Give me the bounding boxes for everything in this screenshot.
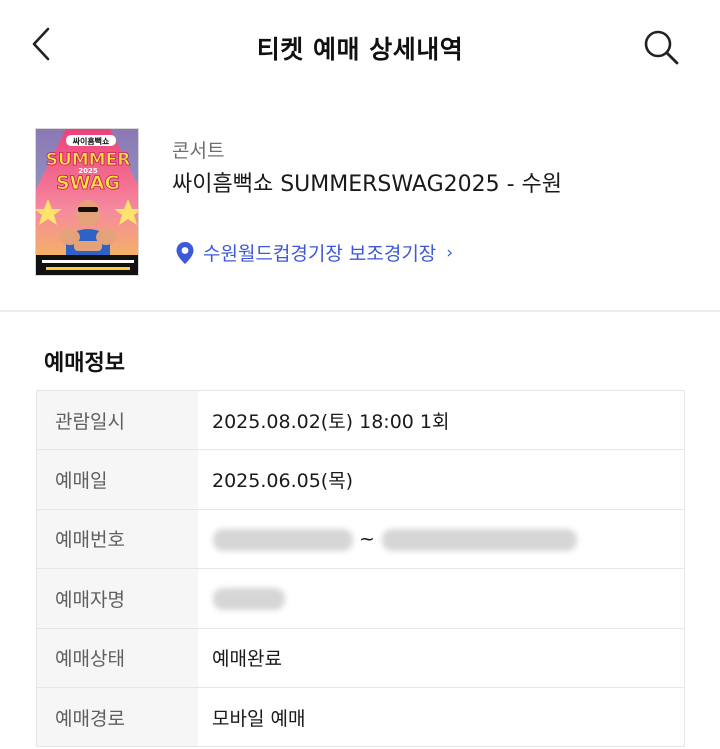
info-value-booking-channel: 모바일 예매 (212, 707, 306, 730)
booking-info-table: 관람일시 2025.08.02(토) 18:00 1회 예매일 2025.06.… (36, 390, 685, 748)
info-row-view-date: 관람일시 2025.08.02(토) 18:00 1회 (37, 391, 684, 451)
page-title: 티켓 예매 상세내역 (256, 35, 464, 64)
info-label: 예매자명 (37, 569, 198, 628)
info-row-booker-name: 예매자명 (37, 569, 684, 629)
event-poster[interactable]: 싸이흠뻑쇼 SUMMER 2025 SWAG (35, 128, 139, 276)
info-value-booking-date: 2025.06.05(목) (212, 470, 354, 493)
chevron-right-icon: › (446, 242, 454, 263)
top-app-bar: 티켓 예매 상세내역 (0, 0, 720, 92)
info-label: 예매번호 (37, 509, 198, 569)
section-title-booking-info: 예매정보 (44, 351, 125, 376)
svg-text:싸이흠뻑쇼: 싸이흠뻑쇼 (73, 136, 110, 146)
info-value-booking-status: 예매완료 (212, 648, 282, 671)
info-row-booking-date: 예매일 2025.06.05(목) (37, 450, 684, 510)
info-row-booking-number: 예매번호 ~ (37, 509, 684, 570)
info-label: 예매상태 (37, 628, 198, 687)
info-value-booking-number: ~ (359, 527, 375, 550)
event-summary: 싸이흠뻑쇼 SUMMER 2025 SWAG 콘서트 싸이흠뻑쇼 SUMMERS… (0, 92, 720, 312)
info-value-view-date: 2025.08.02(토) 18:00 1회 (212, 410, 450, 433)
info-label: 관람일시 (37, 391, 198, 450)
redacted-booking-number-start (213, 528, 353, 551)
redacted-booker-name (213, 588, 285, 611)
svg-text:SWAG: SWAG (56, 172, 120, 194)
venue-link[interactable]: 수원월드컵경기장 보조경기장 › (175, 239, 453, 266)
location-pin-icon (176, 241, 194, 264)
info-label: 예매경로 (37, 687, 198, 747)
search-button[interactable] (640, 26, 682, 68)
event-title: 싸이흠뻑쇼 SUMMERSWAG2025 - 수원 (172, 172, 563, 197)
poster-image: 싸이흠뻑쇼 SUMMER 2025 SWAG (36, 129, 138, 275)
redacted-booking-number-end (382, 528, 577, 551)
event-category: 콘서트 (172, 140, 225, 162)
info-row-booking-channel: 예매경로 모바일 예매 (37, 687, 684, 748)
venue-name: 수원월드컵경기장 보조경기장 (203, 243, 437, 265)
info-label: 예매일 (37, 450, 198, 509)
info-row-booking-status: 예매상태 예매완료 (37, 628, 684, 688)
search-icon (644, 30, 679, 65)
